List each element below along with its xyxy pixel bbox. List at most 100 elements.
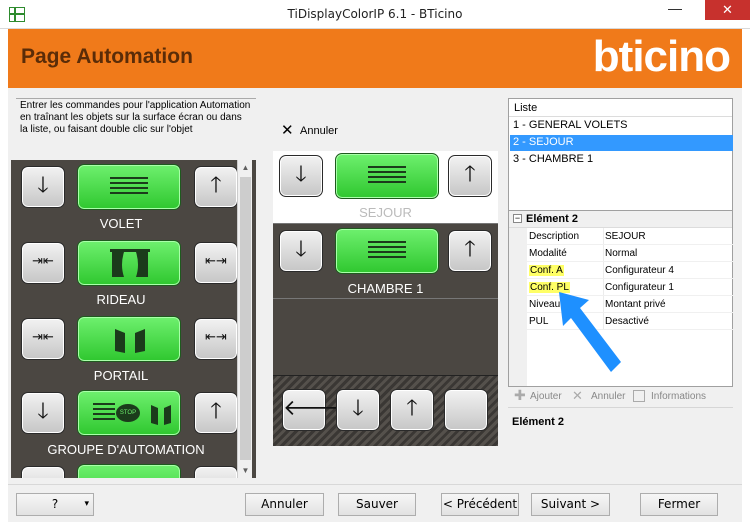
- annotation-arrow-icon: [559, 292, 621, 372]
- object-palette: 🡓 🡑 VOLET ⇥⇤ ⇤⇥ RIDEAU ⇥⇤ ⇤⇥ PORTAIL 🡓 S…: [11, 160, 256, 478]
- arrow-up-icon: 🡑: [210, 173, 222, 198]
- property-key: Description: [529, 231, 580, 242]
- property-row-description[interactable]: Description SEJOUR: [527, 228, 733, 245]
- nav-left-button[interactable]: 🡐: [282, 389, 342, 431]
- palette-label-volet: VOLET: [99, 216, 143, 231]
- property-gutter: [509, 228, 527, 386]
- arrow-up-icon: 🡑: [464, 162, 476, 187]
- preview-chambre-label: CHAMBRE 1: [347, 281, 424, 296]
- property-group-title: Elément 2: [526, 213, 578, 225]
- page-title: Page Automation: [21, 45, 193, 68]
- list-header: Liste: [509, 99, 732, 117]
- cancel-button[interactable]: Annuler: [245, 493, 324, 516]
- next-button[interactable]: Suivant >: [531, 493, 610, 516]
- scrollbar-thumb[interactable]: [240, 177, 251, 460]
- palette-portail-button[interactable]: [77, 316, 181, 362]
- chevron-down-icon: ▾: [84, 499, 89, 509]
- element-list: Liste 1 - GENERAL VOLETS 2 - SEJOUR 3 - …: [508, 98, 733, 211]
- undo-label: Annuler: [300, 125, 338, 137]
- cancel-button[interactable]: Annuler: [591, 391, 625, 402]
- close-gate-icon: ⇥⇤: [32, 330, 54, 345]
- undo-tool-button[interactable]: ✕ Annuler: [278, 122, 348, 142]
- save-button[interactable]: Sauver: [338, 493, 416, 516]
- palette-groupe-down-button[interactable]: 🡓: [21, 392, 65, 434]
- description-title: Elément 2: [512, 416, 564, 428]
- arrow-down-icon: 🡓: [37, 399, 49, 424]
- palette-label-portail: PORTAIL: [93, 368, 149, 383]
- palette-label-groupe: GROUPE D'AUTOMATION: [47, 442, 205, 457]
- page-header: Page Automation bticino: [8, 29, 742, 88]
- close-icon: ✕: [281, 122, 294, 139]
- main-area: Entrer les commandes pour l'application …: [8, 88, 742, 484]
- palette-portail-open-button[interactable]: ⇤⇥: [194, 318, 238, 360]
- palette-volet-up-button[interactable]: 🡑: [194, 166, 238, 208]
- close-window-button[interactable]: ✕: [705, 0, 750, 20]
- palette-label-rideau: RIDEAU: [96, 292, 146, 307]
- preview-sejour-button[interactable]: [335, 153, 439, 199]
- palette-next-up-button[interactable]: [194, 466, 238, 478]
- description-panel: Elément 2: [508, 407, 733, 475]
- list-item[interactable]: 1 - GENERAL VOLETS: [510, 118, 733, 134]
- palette-rideau-open-button[interactable]: ⇤⇥: [194, 242, 238, 284]
- preview-item-selected[interactable]: 🡓 🡑 SEJOUR: [273, 151, 498, 223]
- preview-sejour-down-button[interactable]: 🡓: [279, 155, 323, 197]
- palette-rideau-button[interactable]: [77, 240, 181, 286]
- plus-icon: ✚: [514, 387, 526, 403]
- scroll-up-arrow-icon[interactable]: ▲: [238, 160, 253, 175]
- property-value[interactable]: Configurateur 4: [605, 265, 674, 276]
- arrow-down-icon: 🡓: [352, 396, 364, 421]
- list-item-selected[interactable]: 2 - SEJOUR: [510, 135, 733, 151]
- shutter-icon: [93, 403, 115, 423]
- palette-volet-down-button[interactable]: 🡓: [21, 166, 65, 208]
- close-button[interactable]: Fermer: [640, 493, 718, 516]
- previous-button[interactable]: < Précédent: [441, 493, 519, 516]
- open-curtain-icon: ⇤⇥: [205, 254, 227, 269]
- collapse-icon[interactable]: −: [513, 214, 522, 223]
- property-row-conf-a[interactable]: Conf. A Configurateur 4: [527, 262, 733, 279]
- separator: [273, 298, 498, 299]
- brand-logo: bticino: [592, 32, 731, 81]
- gate-icon: [115, 329, 145, 353]
- palette-next-button[interactable]: [77, 464, 181, 478]
- close-icon: ✕: [572, 388, 583, 403]
- preview-chambre-button[interactable]: [335, 228, 439, 274]
- property-row-modalite[interactable]: Modalité Normal: [527, 245, 733, 262]
- curtain-icon: [110, 249, 150, 277]
- arrow-up-icon: 🡑: [210, 399, 222, 424]
- scroll-down-arrow-icon[interactable]: ▼: [238, 463, 253, 478]
- preview-nav-bar: 🡐 🡓 🡑: [273, 375, 498, 446]
- open-gate-icon: ⇤⇥: [205, 330, 227, 345]
- add-button[interactable]: Ajouter: [530, 391, 562, 402]
- nav-blank-button[interactable]: [444, 389, 488, 431]
- property-group-header[interactable]: − Elément 2: [509, 211, 732, 228]
- palette-volet-button[interactable]: [77, 164, 181, 210]
- palette-next-down-button[interactable]: [21, 466, 65, 478]
- help-dropdown[interactable]: ? ▾: [16, 493, 94, 516]
- info-button[interactable]: Informations: [651, 391, 706, 402]
- palette-portail-close-button[interactable]: ⇥⇤: [21, 318, 65, 360]
- property-key: Modalité: [529, 248, 567, 259]
- help-label: ?: [51, 497, 59, 511]
- preview-chambre-up-button[interactable]: 🡑: [448, 230, 492, 272]
- arrow-left-icon: 🡐: [283, 396, 342, 421]
- minimize-button[interactable]: —: [661, 0, 689, 20]
- property-value[interactable]: Normal: [605, 248, 637, 259]
- palette-groupe-up-button[interactable]: 🡑: [194, 392, 238, 434]
- arrow-down-icon: 🡓: [295, 162, 307, 187]
- bottom-bar: ? ▾ Annuler Sauver < Précédent Suivant >…: [8, 484, 742, 522]
- gate-icon: [151, 405, 171, 425]
- property-toolbar: ✚ Ajouter ✕ Annuler Informations: [508, 387, 733, 407]
- shutter-icon: [368, 241, 406, 261]
- list-item[interactable]: 3 - CHAMBRE 1: [510, 152, 733, 168]
- close-curtain-icon: ⇥⇤: [32, 254, 54, 269]
- palette-groupe-button[interactable]: STOP: [77, 390, 181, 436]
- preview-sejour-label: SEJOUR: [359, 205, 412, 220]
- preview-chambre-down-button[interactable]: 🡓: [279, 230, 323, 272]
- palette-rideau-close-button[interactable]: ⇥⇤: [21, 242, 65, 284]
- property-value[interactable]: SEJOUR: [605, 231, 646, 242]
- nav-up-button[interactable]: 🡑: [390, 389, 434, 431]
- nav-down-button[interactable]: 🡓: [336, 389, 380, 431]
- palette-scrollbar[interactable]: ▲ ▼: [237, 160, 252, 478]
- preview-sejour-up-button[interactable]: 🡑: [448, 155, 492, 197]
- window-title: TiDisplayColorIP 6.1 - BTicino: [287, 7, 463, 21]
